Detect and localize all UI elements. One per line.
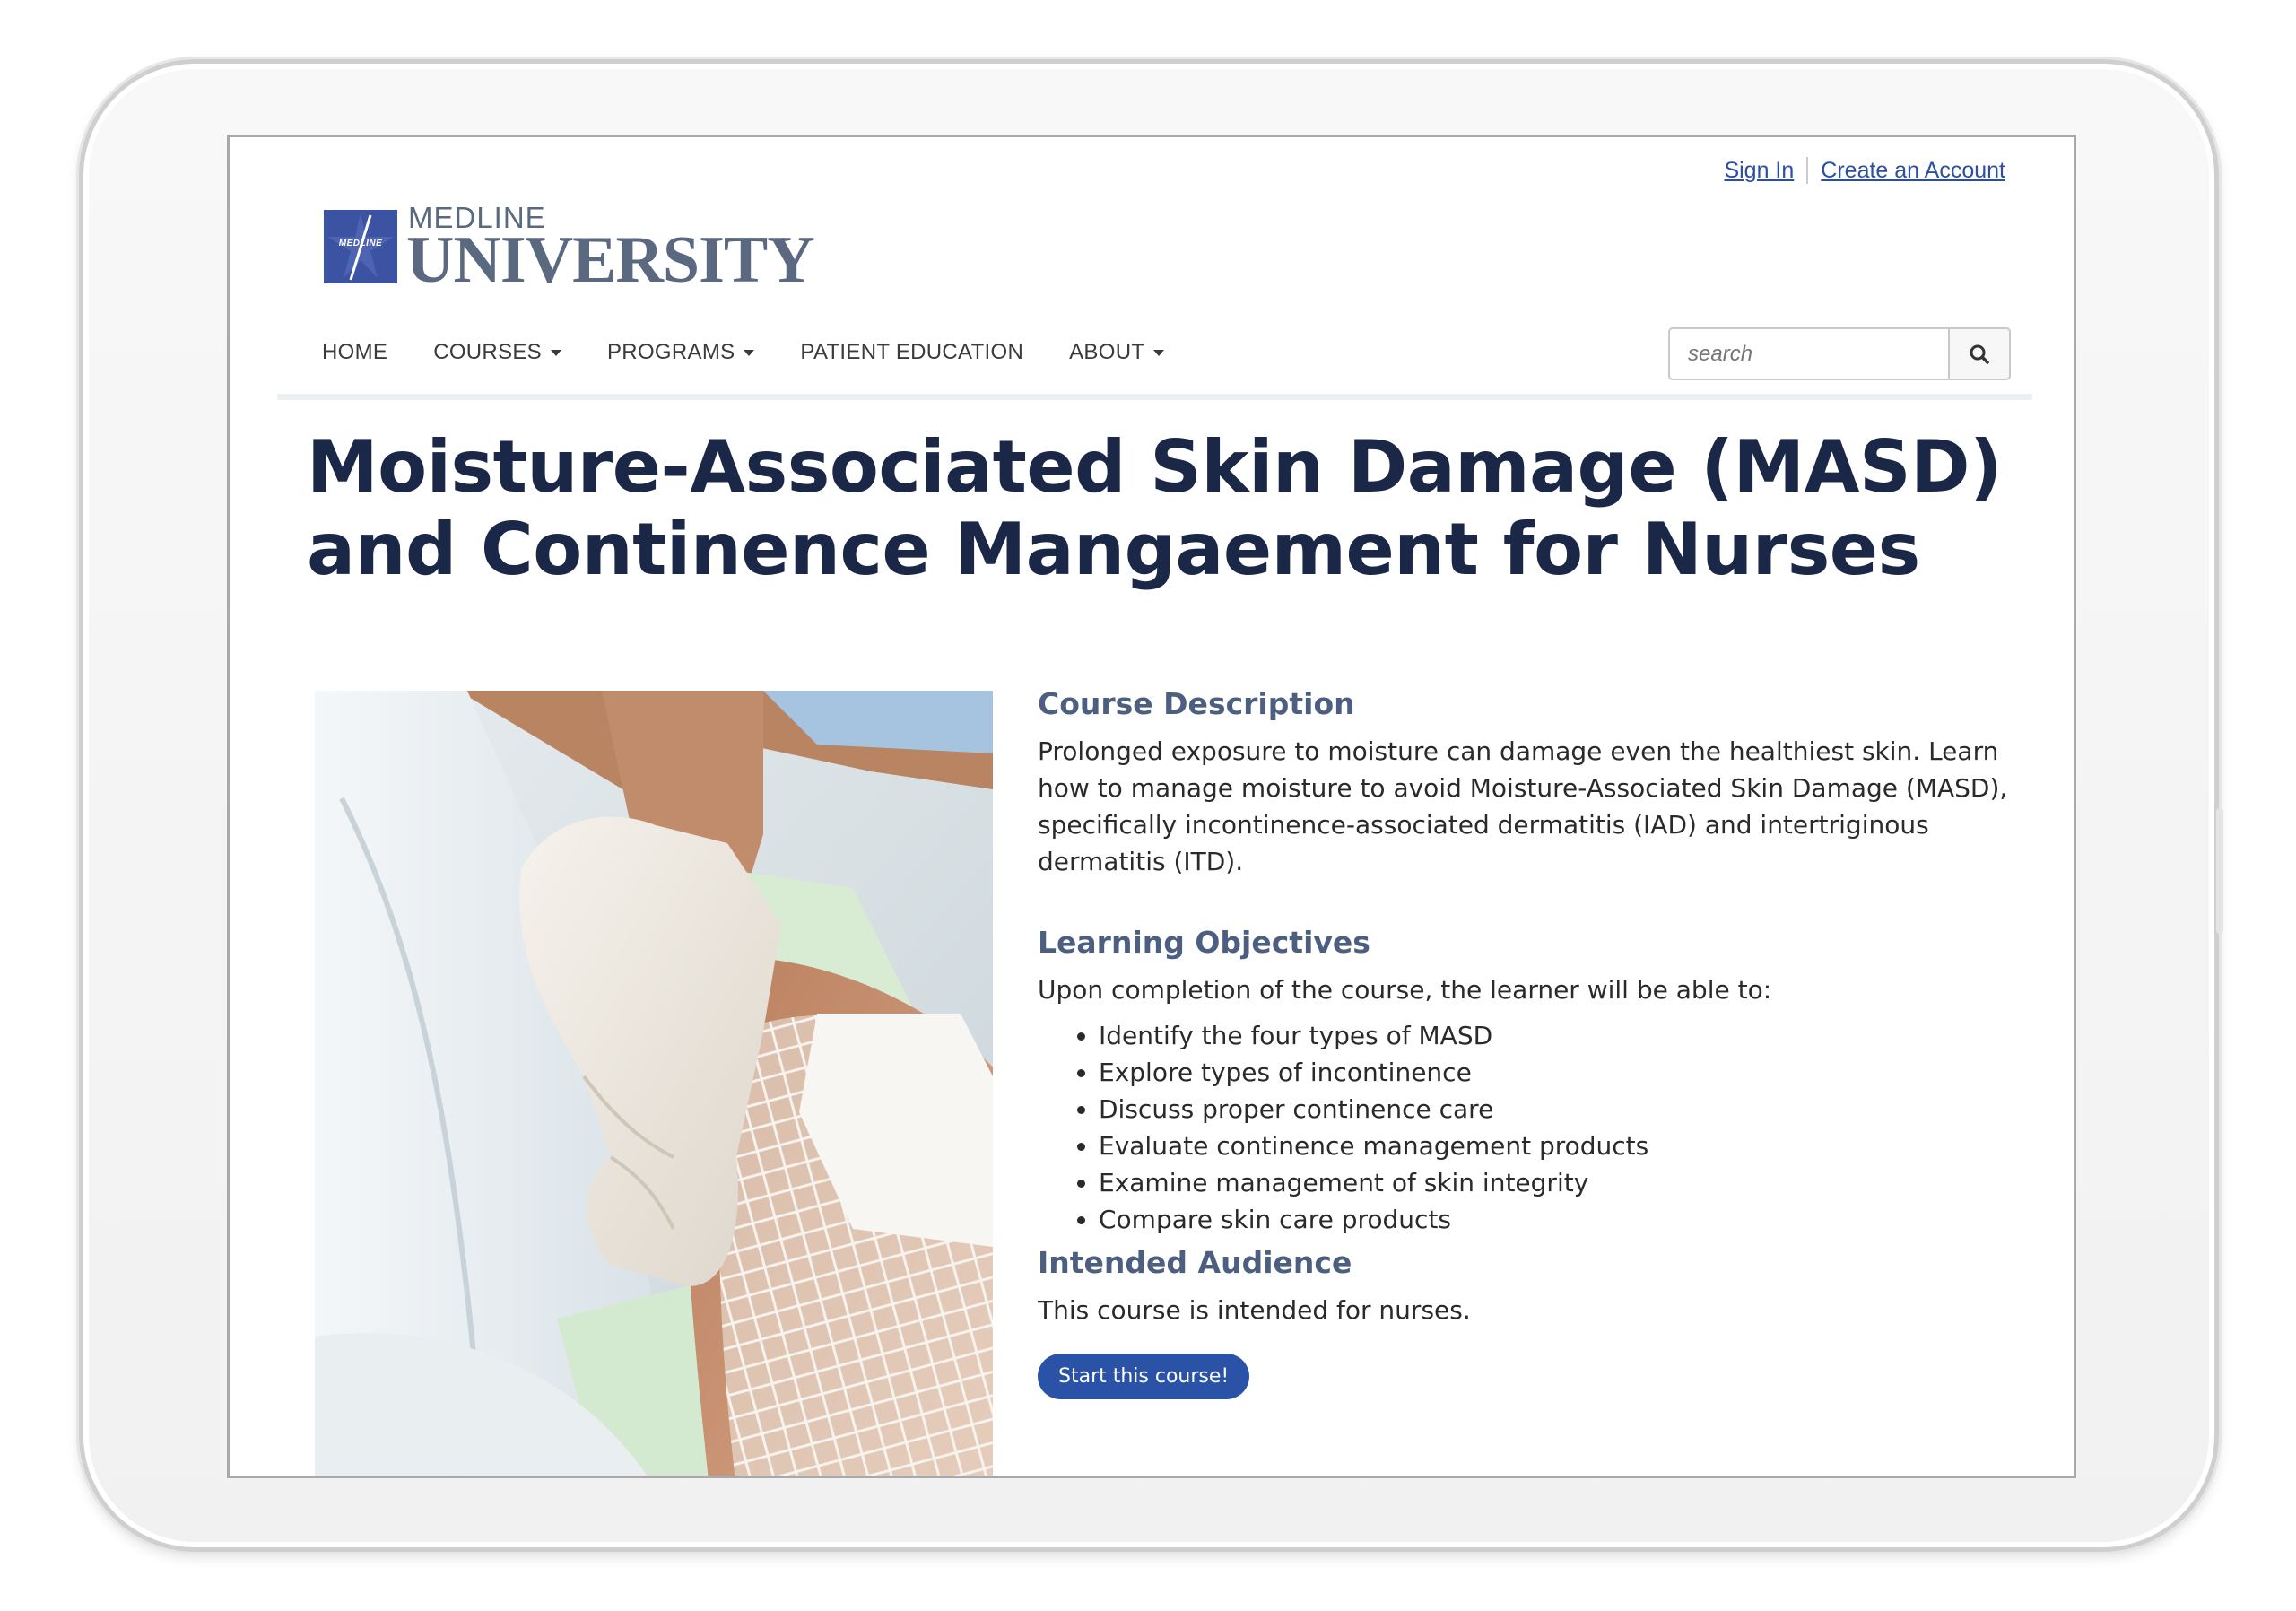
logo-mark-text: MEDLINE [338, 239, 383, 248]
caret-down-icon [1153, 349, 1165, 356]
course-description-heading: Course Description [1038, 686, 1355, 721]
nav-item-courses[interactable]: COURSES [433, 340, 561, 365]
page-title: Moisture-Associated Skin Damage (MASD) a… [307, 425, 2003, 591]
learning-objectives-heading: Learning Objectives [1038, 925, 1370, 960]
course-photo [315, 691, 993, 1476]
list-item: Compare skin care products [1099, 1201, 2024, 1238]
nav-item-about[interactable]: ABOUT [1069, 340, 1165, 365]
intended-audience-heading: Intended Audience [1038, 1245, 1352, 1280]
objectives-list: Identify the four types of MASD Explore … [1038, 1017, 2024, 1238]
objectives-intro-text: Upon completion of the course, the learn… [1038, 975, 1772, 1005]
search-input[interactable] [1668, 327, 1948, 380]
start-course-button[interactable]: Start this course! [1038, 1354, 1250, 1399]
nav-item-patient-education[interactable]: PATIENT EDUCATION [800, 340, 1023, 365]
nav-divider [277, 394, 2032, 400]
caret-down-icon [744, 349, 755, 356]
nav-item-label: PROGRAMS [607, 340, 735, 364]
logo-university-text: UNIVERSITY [406, 223, 815, 297]
course-description-text: Prolonged exposure to moisture can damag… [1038, 736, 2008, 876]
search-button[interactable] [1948, 327, 2011, 380]
medline-university-logo[interactable]: MEDLINE MEDLINE UNIVERSITY [324, 203, 815, 297]
nurse-glove-photo-image [315, 691, 993, 1476]
link-divider [1806, 157, 1809, 184]
list-item: Identify the four types of MASD [1099, 1017, 2024, 1054]
caret-down-icon [551, 349, 561, 356]
list-item: Evaluate continence management products [1099, 1128, 2024, 1164]
list-item: Examine management of skin integrity [1099, 1164, 2024, 1201]
logo-wordmark: MEDLINE UNIVERSITY [406, 203, 815, 297]
create-account-link[interactable]: Create an Account [1821, 158, 2005, 184]
course-details: Course Description Prolonged exposure to… [1038, 684, 2024, 1399]
sign-in-link[interactable]: Sign In [1724, 158, 1794, 184]
nav-item-label: COURSES [433, 340, 542, 364]
account-links: Sign In Create an Account [1724, 157, 2005, 184]
side-button [2216, 808, 2223, 934]
search-icon [1970, 344, 1989, 364]
browser-screen: Sign In Create an Account MEDLINE MEDLIN… [227, 135, 2076, 1478]
nav-item-programs[interactable]: PROGRAMS [607, 340, 755, 365]
main-nav: HOME COURSES PROGRAMS PATIENT EDUCATION … [322, 340, 1210, 365]
list-item: Explore types of incontinence [1099, 1054, 2024, 1091]
list-item: Discuss proper continence care [1099, 1091, 2024, 1128]
nav-item-home[interactable]: HOME [322, 340, 387, 365]
nav-item-label: ABOUT [1069, 340, 1145, 364]
nav-item-label: HOME [322, 340, 388, 364]
intended-audience-text: This course is intended for nurses. [1038, 1295, 1471, 1325]
medline-star-logo-icon: MEDLINE [324, 210, 397, 283]
nav-item-label: PATIENT EDUCATION [800, 340, 1024, 364]
